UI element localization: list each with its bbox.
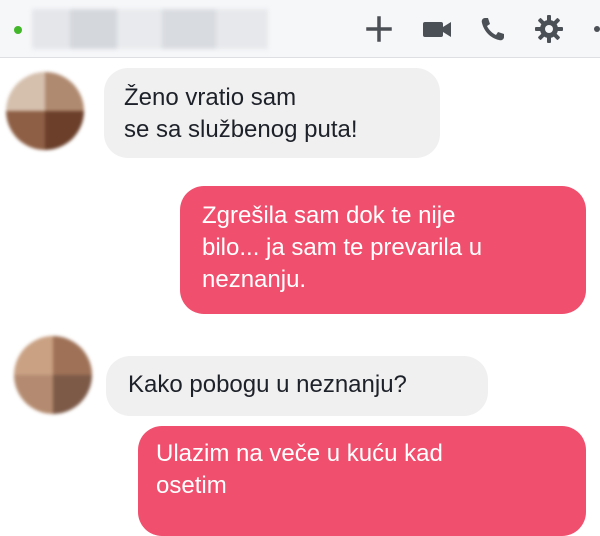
gear-icon[interactable] <box>532 12 566 46</box>
online-status-dot <box>14 26 22 34</box>
message-line: Kako pobogu u neznanju? <box>128 371 407 398</box>
plus-icon[interactable] <box>362 12 396 46</box>
incoming-message: Kako pobogu u neznanju? <box>106 356 488 416</box>
video-camera-icon[interactable] <box>420 12 454 46</box>
contact-name-blurred[interactable] <box>32 9 268 49</box>
message-line: neznanju. <box>202 266 307 293</box>
incoming-message: Ženo vratio sam se sa službenog puta! <box>104 68 440 158</box>
avatar <box>6 72 84 150</box>
chat-header <box>0 0 600 58</box>
message-line: Ulazim na veče u kuću kad <box>156 440 443 467</box>
outgoing-message: Zgrešila sam dok te nije bilo... ja sam … <box>180 186 586 314</box>
message-line: bilo... ja sam te prevarila u <box>202 234 483 261</box>
message-line: Zgrešila sam dok te nije <box>202 202 456 229</box>
outgoing-message: Ulazim na veče u kuću kad osetim <box>138 426 586 536</box>
phone-icon[interactable] <box>476 12 510 46</box>
message-line: osetim <box>156 472 227 499</box>
message-line: se sa službenog puta! <box>124 116 358 143</box>
message-line: Ženo vratio sam <box>124 84 297 111</box>
more-icon[interactable] <box>588 12 600 46</box>
avatar <box>14 336 92 414</box>
